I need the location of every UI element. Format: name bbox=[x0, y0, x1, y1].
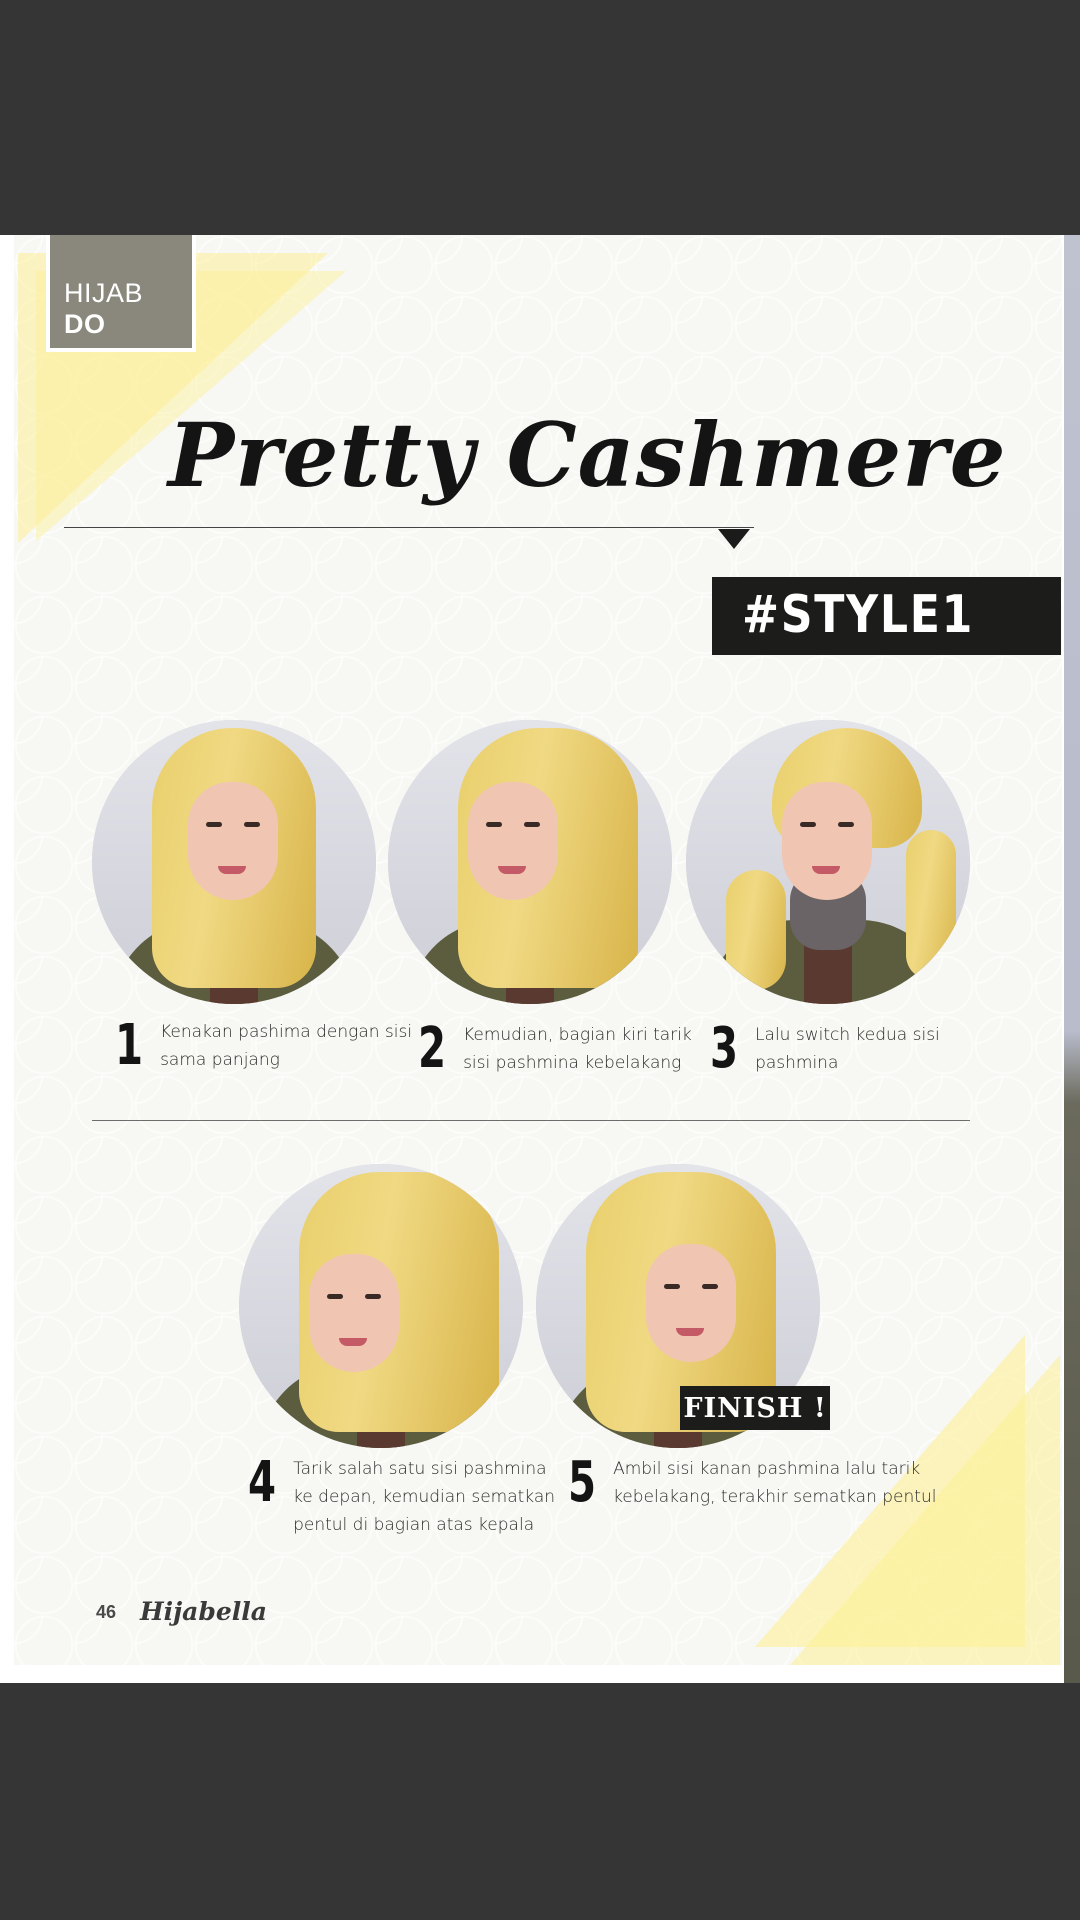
step-4-number: 4 bbox=[248, 1450, 277, 1515]
style-label: #STYLE1 bbox=[742, 585, 975, 645]
style-banner: #STYLE1 bbox=[712, 577, 1061, 655]
section-tag-light: HIJAB bbox=[64, 278, 144, 308]
step-2-number: 2 bbox=[418, 1016, 447, 1081]
section-tag-label: HIJAB DO bbox=[64, 278, 192, 340]
step-3-photo bbox=[686, 720, 970, 1004]
step-1: 1 Kenakan pashima dengan sisi sama panja… bbox=[115, 1016, 412, 1076]
step-2-line-1: Kemudian, bagian kiri tarik bbox=[463, 1025, 692, 1045]
step-2-line-2: sisi pashmina kebelakang bbox=[463, 1053, 682, 1073]
section-divider bbox=[92, 1120, 970, 1121]
step-3-text: Lalu switch kedua sisi pashmina bbox=[755, 1021, 940, 1077]
step-5-line-2: kebelakang, terakhir sematkan pentul bbox=[613, 1487, 937, 1507]
step-1-line-1: Kenakan pashima dengan sisi bbox=[160, 1022, 413, 1042]
step-2: 2 Kemudian, bagian kiri tarik sisi pashm… bbox=[418, 1019, 692, 1079]
step-4-line-3: pentul di bagian atas kepala bbox=[293, 1515, 535, 1535]
step-3: 3 Lalu switch kedua sisi pashmina bbox=[710, 1019, 940, 1079]
section-tag: HIJAB DO bbox=[46, 235, 196, 352]
step-3-line-2: pashmina bbox=[755, 1053, 839, 1073]
brand-logo: Hijabella bbox=[140, 1597, 267, 1626]
step-4-text: Tarik salah satu sisi pashmina ke depan,… bbox=[293, 1455, 555, 1539]
step-1-line-2: sama panjang bbox=[160, 1050, 280, 1070]
step-3-line-1: Lalu switch kedua sisi bbox=[755, 1025, 940, 1045]
step-5: 5 Ambil sisi kanan pashmina lalu tarik k… bbox=[568, 1453, 936, 1513]
step-5-line-1: Ambil sisi kanan pashmina lalu tarik bbox=[613, 1459, 921, 1479]
step-2-photo bbox=[388, 720, 672, 1004]
page-title: Pretty Cashmere bbox=[168, 403, 1007, 507]
finish-badge: FINISH ! bbox=[680, 1386, 830, 1430]
step-1-text: Kenakan pashima dengan sisi sama panjang bbox=[160, 1018, 412, 1074]
step-4-line-2: ke depan, kemudian sematkan bbox=[293, 1487, 556, 1507]
step-3-number: 3 bbox=[710, 1016, 739, 1081]
page-number: 46 bbox=[96, 1602, 117, 1622]
step-1-number: 1 bbox=[115, 1013, 144, 1078]
next-page-edge bbox=[1064, 235, 1080, 1683]
step-4: 4 Tarik salah satu sisi pashmina ke depa… bbox=[248, 1453, 555, 1539]
step-1-photo bbox=[92, 720, 376, 1004]
title-arrow-icon bbox=[718, 529, 750, 549]
section-tag-bold: DO bbox=[64, 309, 106, 339]
title-underline bbox=[64, 527, 754, 528]
step-2-text: Kemudian, bagian kiri tarik sisi pashmin… bbox=[463, 1021, 692, 1077]
step-4-photo bbox=[239, 1164, 523, 1448]
step-5-text: Ambil sisi kanan pashmina lalu tarik keb… bbox=[613, 1455, 936, 1511]
step-5-number: 5 bbox=[568, 1450, 597, 1515]
step-4-line-1: Tarik salah satu sisi pashmina bbox=[293, 1459, 547, 1479]
magazine-page: HIJAB DO Pretty Cashmere #STYLE1 1 Kenak… bbox=[0, 235, 1080, 1683]
